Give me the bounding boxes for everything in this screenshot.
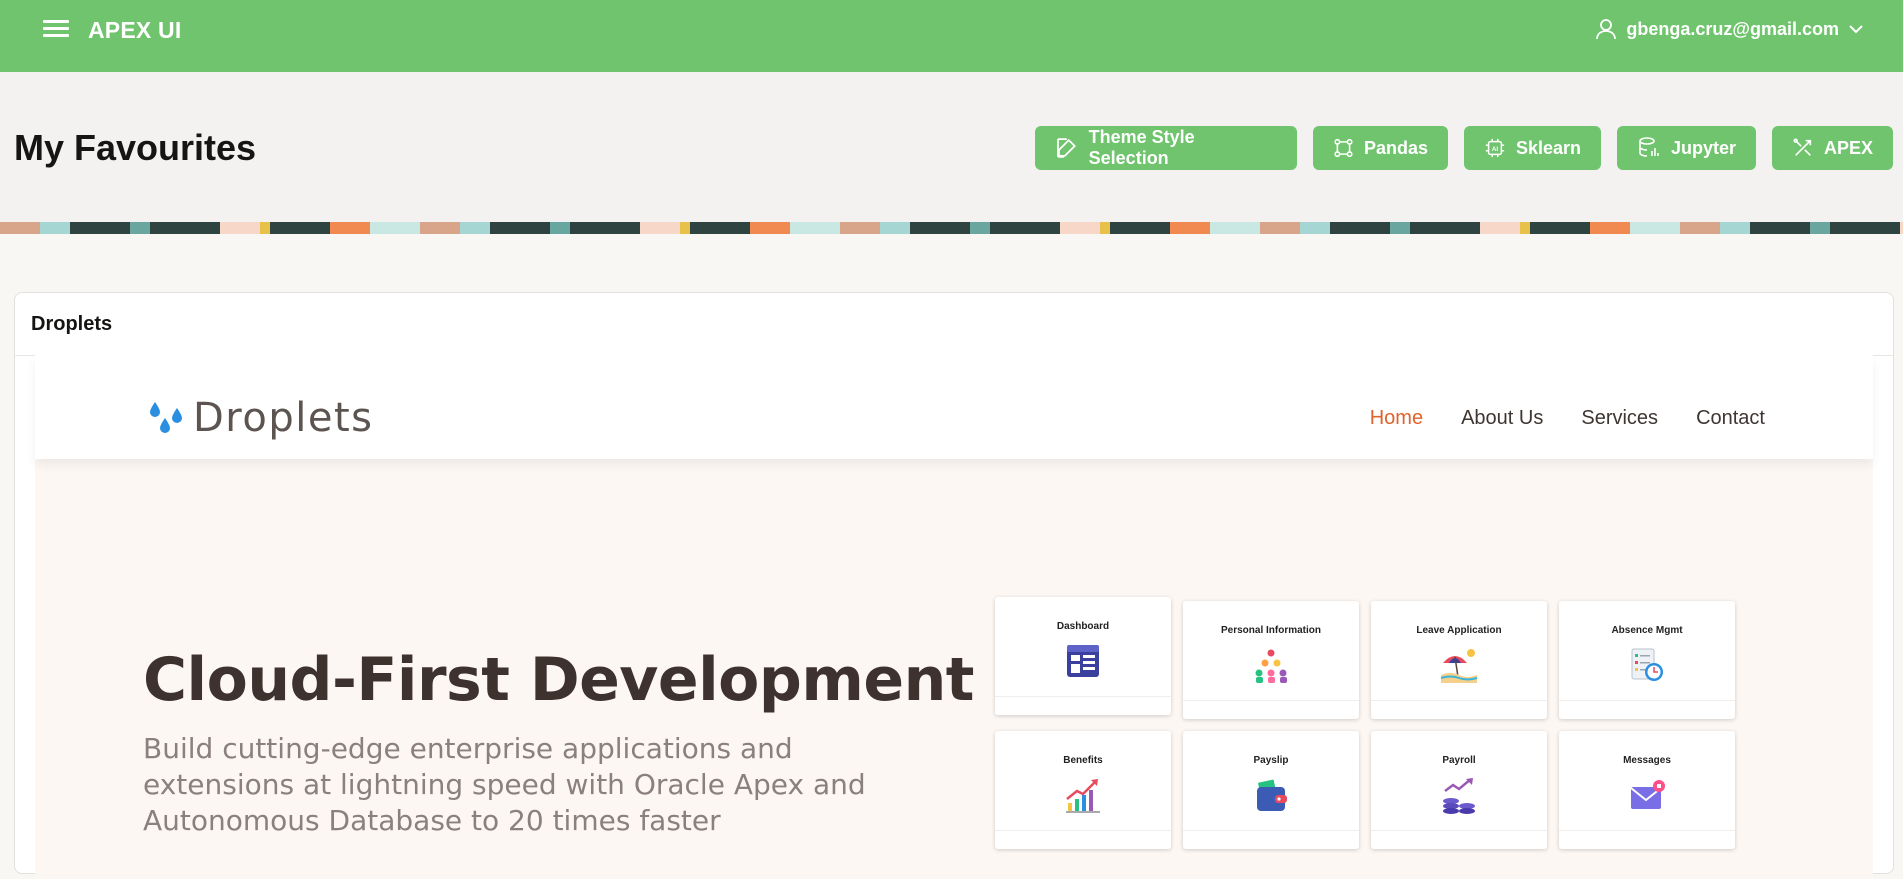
- button-label: APEX: [1823, 137, 1873, 158]
- envelope-icon: [1630, 780, 1665, 809]
- page-header: My Favourites Theme Style Selection Pand…: [0, 72, 1903, 222]
- tile-dashboard[interactable]: Dashboard: [995, 597, 1171, 715]
- button-label: Jupyter: [1670, 137, 1736, 158]
- nav-link-home[interactable]: Home: [1370, 407, 1423, 430]
- tile-divider: [1559, 700, 1735, 701]
- ai-chip-icon: AI: [1485, 138, 1505, 158]
- tile-divider: [1559, 830, 1735, 831]
- tile-absence-mgmt[interactable]: Absence Mgmt: [1559, 601, 1735, 719]
- app-title[interactable]: APEX UI: [88, 17, 181, 44]
- hamburger-menu-icon[interactable]: [43, 20, 69, 40]
- tile-messages[interactable]: Messages: [1559, 731, 1735, 849]
- user-email: gbenga.cruz@gmail.com: [1626, 18, 1839, 39]
- top-navigation-bar: APEX UI gbenga.cruz@gmail.com: [0, 0, 1903, 72]
- hero-subtitle: Build cutting-edge enterprise applicatio…: [143, 732, 866, 837]
- chevron-down-icon: [1849, 25, 1863, 34]
- region-title: Droplets: [15, 293, 1893, 356]
- tile-divider: [995, 830, 1171, 831]
- tile-divider: [1371, 700, 1547, 701]
- database-chart-icon: [1639, 137, 1659, 157]
- site-nav-links: Home About Us Services Contact: [1370, 407, 1765, 430]
- hero-section: Cloud-First Development Build cutting-ed…: [35, 459, 1873, 879]
- tile-divider: [1183, 830, 1359, 831]
- tile-payroll[interactable]: Payroll: [1371, 731, 1547, 849]
- button-label: Theme Style Selection: [1088, 127, 1195, 168]
- tile-divider: [1371, 830, 1547, 831]
- user-icon: [1596, 19, 1617, 40]
- tile-leave-application[interactable]: Leave Application: [1371, 601, 1547, 719]
- favourite-buttons: Theme Style Selection Pandas AI Sklearn …: [1035, 126, 1893, 170]
- nav-link-about-us[interactable]: About Us: [1461, 407, 1543, 430]
- clock-checklist-icon: [1631, 648, 1663, 681]
- tile-label: Leave Application: [1416, 625, 1502, 636]
- tile-divider: [995, 696, 1171, 697]
- tile-personal-information[interactable]: Personal Information: [1183, 601, 1359, 719]
- nav-link-services[interactable]: Services: [1581, 407, 1658, 430]
- droplets-logo-icon: [150, 402, 182, 433]
- svg-text:AI: AI: [1492, 146, 1499, 153]
- tools-icon: [1793, 138, 1812, 156]
- decorative-banner: [0, 222, 1903, 234]
- wallet-icon: [1257, 779, 1287, 811]
- tile-label: Messages: [1623, 755, 1671, 766]
- people-icon: [1255, 649, 1287, 683]
- tile-payslip[interactable]: Payslip: [1183, 731, 1359, 849]
- embedded-website: Droplets Home About Us Services Contact …: [35, 355, 1873, 879]
- nodes-icon: [1334, 138, 1353, 158]
- tile-benefits[interactable]: Benefits: [995, 731, 1171, 849]
- jupyter-button[interactable]: Jupyter: [1617, 126, 1756, 170]
- tile-label: Payroll: [1442, 755, 1476, 766]
- hero-title: Cloud-First Development: [143, 645, 974, 715]
- apex-button[interactable]: APEX: [1772, 126, 1893, 170]
- theme-style-selection-button[interactable]: Theme Style Selection: [1035, 126, 1297, 170]
- site-logo-text: Droplets: [193, 395, 374, 441]
- droplets-region: Droplets Droplets Home About Us Services…: [14, 292, 1894, 879]
- button-label: Pandas: [1363, 137, 1428, 158]
- nav-link-contact[interactable]: Contact: [1696, 407, 1765, 430]
- sklearn-button[interactable]: AI Sklearn: [1464, 126, 1601, 170]
- beach-icon: [1440, 649, 1478, 683]
- user-menu[interactable]: gbenga.cruz@gmail.com: [1596, 18, 1863, 40]
- pandas-button[interactable]: Pandas: [1313, 126, 1448, 170]
- button-label: Sklearn: [1515, 137, 1581, 158]
- growth-chart-icon: [1066, 779, 1100, 813]
- site-logo[interactable]: Droplets: [147, 395, 373, 441]
- tile-divider: [1183, 700, 1359, 701]
- site-navbar: Droplets Home About Us Services Contact: [35, 355, 1873, 459]
- tile-label: Absence Mgmt: [1611, 625, 1683, 636]
- tile-label: Payslip: [1253, 755, 1289, 766]
- dashboard-icon: [1067, 645, 1099, 677]
- tile-label: Benefits: [1063, 755, 1103, 766]
- tile-label: Personal Information: [1220, 625, 1321, 636]
- coins-icon: [1443, 778, 1475, 814]
- edit-icon: [1057, 138, 1076, 158]
- tile-label: Dashboard: [1056, 621, 1110, 632]
- page-title: My Favourites: [14, 127, 257, 168]
